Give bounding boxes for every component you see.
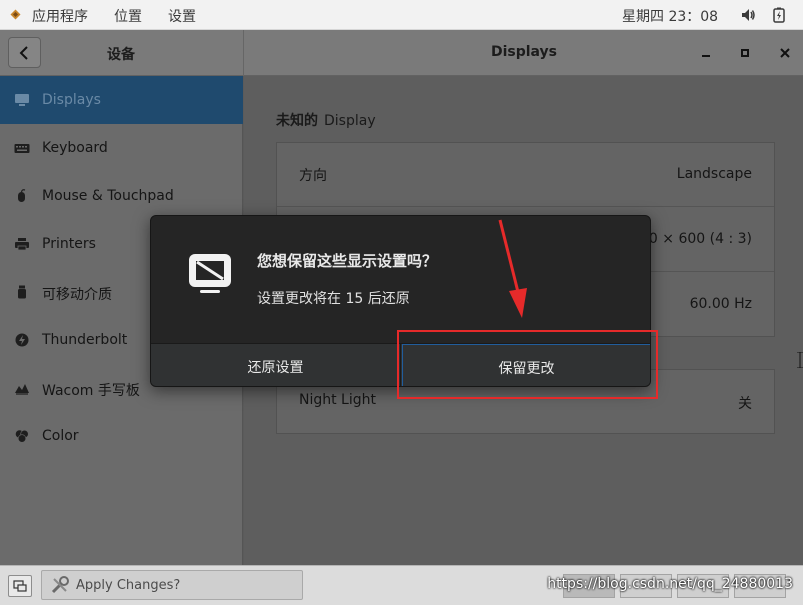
mouse-cursor-icon — [797, 352, 803, 368]
settings-menu[interactable]: 设置 — [168, 6, 196, 26]
sidebar-item-label: Color — [42, 428, 79, 444]
night-light-value: 关 — [738, 396, 752, 412]
orientation-row[interactable]: 方向 Landscape — [277, 143, 774, 207]
dialog-message: 设置更改将在 15 后还原 — [257, 291, 410, 307]
sidebar-item-displays[interactable]: Displays — [0, 76, 243, 124]
task-apply-changes[interactable]: Apply Changes? — [41, 570, 303, 600]
orientation-label: 方向 — [299, 168, 327, 184]
top-bar: 应用程序 位置 设置 星期四 23：08 — [0, 0, 803, 30]
applications-menu[interactable]: 应用程序 — [32, 6, 88, 26]
revert-settings-label: 还原设置 — [247, 360, 304, 376]
minimize-icon[interactable] — [696, 43, 716, 63]
sidebar-item-label: Printers — [42, 236, 96, 252]
battery-icon[interactable] — [771, 7, 787, 23]
sidebar-item-keyboard[interactable]: Keyboard — [0, 124, 243, 172]
sidebar-item-label: 可移动介质 — [42, 287, 112, 303]
night-light-label: Night Light — [299, 392, 376, 408]
header-bar: 设备 Displays — [0, 30, 803, 76]
sidebar-item-color[interactable]: Color — [0, 412, 243, 460]
sidebar-title: 设备 — [107, 47, 135, 63]
settings-tools-icon — [51, 576, 69, 594]
sidebar-item-label: Wacom 手写板 — [42, 383, 140, 399]
chevron-left-icon — [19, 46, 28, 60]
display-icon — [15, 94, 29, 106]
close-icon[interactable] — [775, 43, 795, 63]
sidebar-item-label: Thunderbolt — [42, 332, 128, 348]
mouse-icon — [18, 189, 26, 202]
task-label: Apply Changes? — [76, 578, 181, 593]
show-desktop-button[interactable] — [8, 575, 32, 597]
color-icon — [15, 429, 29, 443]
clock[interactable]: 星期四 23：08 — [622, 6, 718, 26]
watermark: https://blog.csdn.net/qq_24880013 — [547, 576, 793, 592]
sidebar-item-mouse-touchpad[interactable]: Mouse & Touchpad — [0, 172, 243, 220]
display-section-title: 未知的 Display — [276, 110, 376, 130]
windows-icon — [13, 580, 27, 592]
thunderbolt-icon — [15, 333, 29, 347]
display-name-prefix: 未知的 — [276, 113, 318, 129]
tablet-icon — [15, 384, 29, 395]
refresh-rate-value: 60.00 Hz — [689, 296, 752, 312]
printer-icon — [15, 238, 29, 251]
display-name: Display — [324, 113, 376, 129]
dialog-title: 您想保留这些显示设置吗？ — [257, 252, 438, 270]
revert-settings-button[interactable]: 还原设置 — [151, 344, 401, 386]
back-button[interactable] — [8, 37, 41, 68]
sidebar-item-label: Displays — [42, 92, 101, 108]
orientation-value: Landscape — [676, 166, 752, 182]
removable-media-icon — [18, 285, 26, 299]
places-menu[interactable]: 位置 — [114, 6, 142, 26]
sidebar-item-label: Mouse & Touchpad — [42, 188, 174, 204]
volume-icon[interactable] — [740, 7, 756, 23]
keyboard-icon — [14, 144, 30, 153]
sidebar-item-label: Keyboard — [42, 140, 108, 156]
maximize-icon[interactable] — [735, 43, 755, 63]
annotation-highlight-box — [397, 330, 658, 399]
window-title: Displays — [490, 44, 558, 60]
activities-icon[interactable] — [10, 9, 21, 20]
bottom-panel: Apply Changes? https://blog.csdn.net/qq_… — [0, 565, 803, 605]
display-settings-icon — [189, 254, 231, 293]
